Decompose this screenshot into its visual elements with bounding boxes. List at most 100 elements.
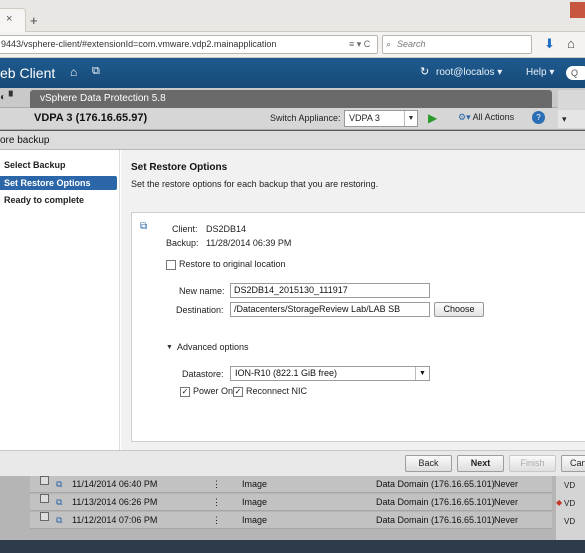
refresh-icon[interactable]: ↻ [420,65,429,78]
row-target: Data Domain (176.16.65.101) [376,479,495,489]
row-date: 11/14/2014 06:40 PM [72,479,158,489]
row-separator: ⋮ [212,479,221,489]
url-text: 9443/vsphere-client/#extensionId=com.vmw… [1,39,277,49]
reconnect-nic-checkbox[interactable]: ✓ [233,387,243,397]
vm-icon: ⧉ [56,497,63,507]
advanced-options-toggle[interactable]: Advanced options [177,342,249,352]
row-expires: Never [494,497,519,507]
history-icon[interactable]: ⧉ [92,65,100,78]
gear-icon: ⚙▾ [458,112,471,122]
browser-search-input[interactable]: ⌕ Search [382,35,532,54]
table-row[interactable]: ⧉ 11/14/2014 06:40 PM ⋮ Image Data Domai… [30,476,552,493]
dialog-title: ore backup [0,131,585,150]
alert-icon: ◆ [556,498,563,507]
page-title: Set Restore Options [131,162,228,173]
client-vm-icon: ⧉ [140,221,148,232]
step-select-backup[interactable]: Select Backup [0,158,117,172]
backup-table-background: ⧉ 11/14/2014 06:40 PM ⋮ Image Data Domai… [0,476,585,540]
back-button[interactable]: Back [405,455,452,472]
all-actions-menu[interactable]: ⚙▾ All Actions [458,112,514,123]
vm-icon: ⧉ [56,479,63,489]
row-expires: Never [494,479,519,489]
destination-input[interactable]: /Datacenters/StorageReview Lab/LAB SB [230,302,430,317]
row-separator: ⋮ [212,497,221,507]
datastore-label: Datastore: [182,369,224,379]
user-menu[interactable]: root@localos ▾ [436,67,502,78]
step-ready-to-complete[interactable]: Ready to complete [0,193,117,207]
row-expires: Never [494,515,519,525]
row-date: 11/12/2014 07:06 PM [72,515,158,525]
page-description: Set the restore options for each backup … [131,179,379,189]
switch-appliance-value: VDPA 3 [349,113,380,123]
connect-icon[interactable]: ▶ [428,111,437,125]
step-set-restore-options[interactable]: Set Restore Options [0,176,117,190]
home-icon[interactable]: ⌂ [567,36,575,51]
bottom-status-bar [0,540,585,553]
chevron-down-icon: ▼ [415,367,429,380]
datastore-value: ION-R10 (822.1 GiB free) [235,368,338,378]
right-side-panel: VD ◆ VD VD [556,476,585,540]
switch-appliance-label: Switch Appliance: [270,113,341,123]
wizard-steps: Select Backup Set Restore Options Ready … [0,150,120,450]
switch-appliance-select[interactable]: VDPA 3 ▼ [344,110,418,127]
search-placeholder: Search [397,39,426,49]
restore-original-checkbox[interactable] [166,260,176,270]
wizard-content: Set Restore Options Set the restore opti… [121,150,585,450]
right-panel-control[interactable]: ▾ [558,110,585,128]
restore-options-panel: ⧉ Client: DS2DB14 Backup: 11/28/2014 06:… [131,212,585,442]
finish-button[interactable]: Finish [509,455,556,472]
home-icon[interactable]: ⌂ [70,65,77,79]
vdp-tab[interactable]: vSphere Data Protection 5.8 [30,90,552,108]
collapse-triangle-icon[interactable]: ▼ [166,344,173,351]
cancel-button[interactable]: Can [561,455,585,472]
browser-tab[interactable]: × [0,8,26,32]
tab-close-icon[interactable]: × [6,13,12,25]
new-tab-icon[interactable]: + [30,13,38,28]
power-on-label: Power On [193,386,234,396]
browser-tab-bar: × + [0,0,585,32]
window-close-button[interactable] [570,2,585,18]
destination-label: Destination: [176,305,224,315]
app-title: eb Client [0,65,56,81]
vsphere-header: eb Client ⌂ ⧉ ↻ root@localos ▾ Help ▾ Q [0,58,585,88]
row-target: Data Domain (176.16.65.101) [376,497,495,507]
row-type: Image [242,515,268,525]
row-checkbox[interactable] [40,494,49,503]
row-checkbox[interactable] [40,476,49,485]
next-button[interactable]: Next [457,455,504,472]
power-on-checkbox[interactable]: ✓ [180,387,190,397]
backup-label: Backup: [166,238,199,248]
restore-original-label: Restore to original location [179,259,286,269]
new-name-label: New name: [179,286,225,296]
row-separator: ⋮ [212,515,221,525]
client-label: Client: [172,224,198,234]
row-target: Data Domain (176.16.65.101) [376,515,495,525]
url-bar[interactable]: 9443/vsphere-client/#extensionId=com.vmw… [0,35,378,54]
restore-dialog: Select Backup Set Restore Options Ready … [0,150,585,450]
dialog-footer: Back Next Finish Can [0,450,585,476]
right-panel-tab[interactable] [558,90,585,108]
download-icon[interactable]: ⬇ [544,36,555,52]
side-label: VD [564,499,576,508]
row-type: Image [242,479,268,489]
new-name-input[interactable]: DS2DB14_2015130_111917 [230,283,430,298]
backup-value: 11/28/2014 06:39 PM [206,238,292,248]
vm-icon: ⧉ [56,515,63,525]
choose-button[interactable]: Choose [434,302,484,317]
side-label: VD [564,481,576,490]
browser-nav-bar: 9443/vsphere-client/#extensionId=com.vmw… [0,32,585,58]
row-date: 11/13/2014 06:26 PM [72,497,158,507]
all-actions-label: All Actions [472,112,515,122]
global-search-input[interactable]: Q [566,66,585,80]
url-controls[interactable]: ≡ ▾ C [349,36,370,53]
pin-icon[interactable]: ◐ ▘ [0,92,17,103]
search-icon: ⌕ [386,39,392,49]
row-checkbox[interactable] [40,512,49,521]
datastore-select[interactable]: ION-R10 (822.1 GiB free) ▼ [230,366,430,381]
table-row[interactable]: ⧉ 11/12/2014 07:06 PM ⋮ Image Data Domai… [30,512,552,529]
table-row[interactable]: ⧉ 11/13/2014 06:26 PM ⋮ Image Data Domai… [30,494,552,511]
help-menu[interactable]: Help ▾ [526,67,554,78]
client-value: DS2DB14 [206,224,247,234]
reconnect-nic-label: Reconnect NIC [246,386,308,396]
help-icon[interactable]: ? [532,111,545,124]
